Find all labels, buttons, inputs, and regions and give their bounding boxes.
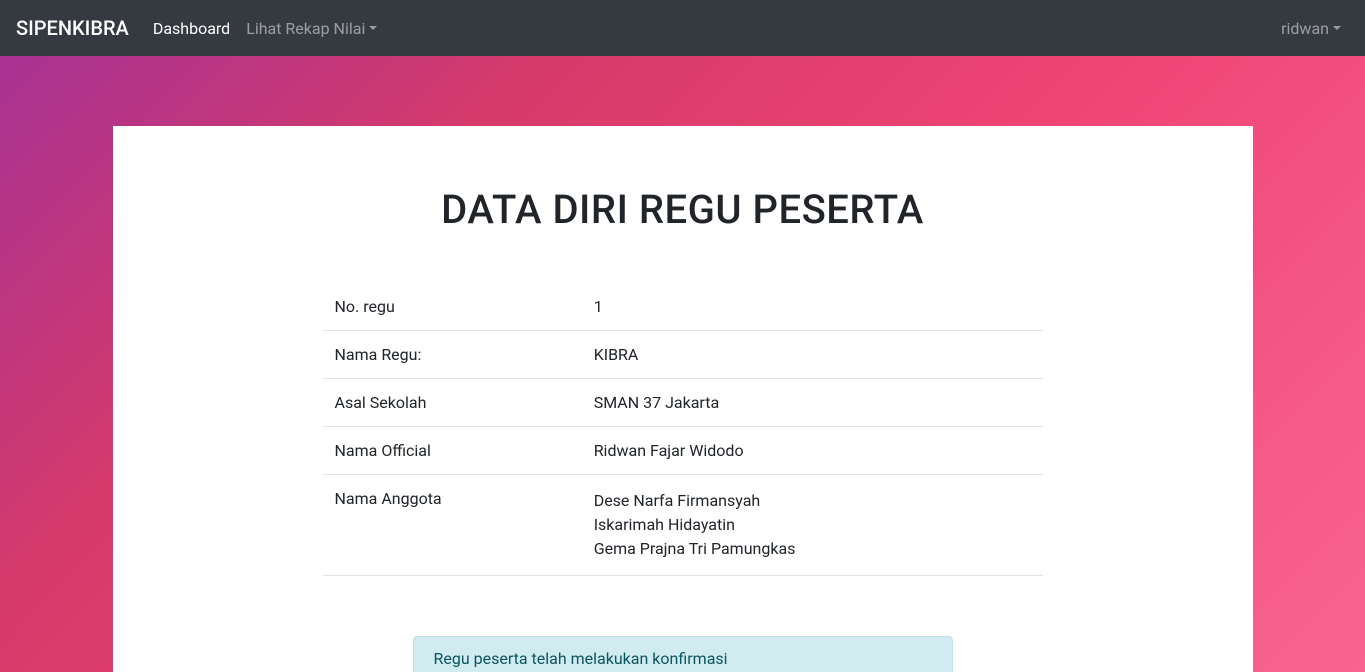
table-row: Nama Anggota Dese Narfa Firmansyah Iskar… — [323, 475, 1043, 576]
anggota-item: Gema Prajna Tri Pamungkas — [594, 537, 1031, 561]
alert-message: Regu peserta telah melakukan konfirmasi — [434, 649, 728, 668]
label-nama-anggota: Nama Anggota — [323, 475, 582, 576]
navbar-left: SIPENKIBRA Dashboard Lihat Rekap Nilai — [16, 11, 385, 46]
navbar: SIPENKIBRA Dashboard Lihat Rekap Nilai r… — [0, 0, 1365, 56]
label-asal-sekolah: Asal Sekolah — [323, 379, 582, 427]
table-row: Nama Regu: KIBRA — [323, 331, 1043, 379]
label-nama-regu: Nama Regu: — [323, 331, 582, 379]
chevron-down-icon — [1333, 26, 1341, 30]
data-table: No. regu 1 Nama Regu: KIBRA Asal Sekolah… — [323, 283, 1043, 576]
label-nama-official: Nama Official — [323, 427, 582, 475]
content-card: DATA DIRI REGU PESERTA No. regu 1 Nama R… — [113, 126, 1253, 672]
table-row: Nama Official Ridwan Fajar Widodo — [323, 427, 1043, 475]
page-title: DATA DIRI REGU PESERTA — [213, 186, 1153, 233]
anggota-item: Dese Narfa Firmansyah — [594, 489, 1031, 513]
navbar-right: ridwan — [1273, 11, 1349, 46]
value-no-regu: 1 — [582, 283, 1043, 331]
nav-rekap-label: Lihat Rekap Nilai — [246, 19, 365, 38]
brand-link[interactable]: SIPENKIBRA — [16, 16, 129, 40]
value-nama-regu: KIBRA — [582, 331, 1043, 379]
nav-user-label: ridwan — [1281, 19, 1329, 38]
chevron-down-icon — [369, 26, 377, 30]
table-row: Asal Sekolah SMAN 37 Jakarta — [323, 379, 1043, 427]
nav-rekap-dropdown[interactable]: Lihat Rekap Nilai — [238, 11, 385, 46]
value-nama-official: Ridwan Fajar Widodo — [582, 427, 1043, 475]
anggota-item: Iskarimah Hidayatin — [594, 513, 1031, 537]
nav-dashboard[interactable]: Dashboard — [145, 11, 238, 46]
confirmation-alert: Regu peserta telah melakukan konfirmasi — [413, 636, 953, 672]
value-nama-anggota: Dese Narfa Firmansyah Iskarimah Hidayati… — [582, 475, 1043, 576]
nav-user-dropdown[interactable]: ridwan — [1273, 11, 1349, 46]
value-asal-sekolah: SMAN 37 Jakarta — [582, 379, 1043, 427]
table-row: No. regu 1 — [323, 283, 1043, 331]
label-no-regu: No. regu — [323, 283, 582, 331]
main-background: DATA DIRI REGU PESERTA No. regu 1 Nama R… — [0, 56, 1365, 672]
